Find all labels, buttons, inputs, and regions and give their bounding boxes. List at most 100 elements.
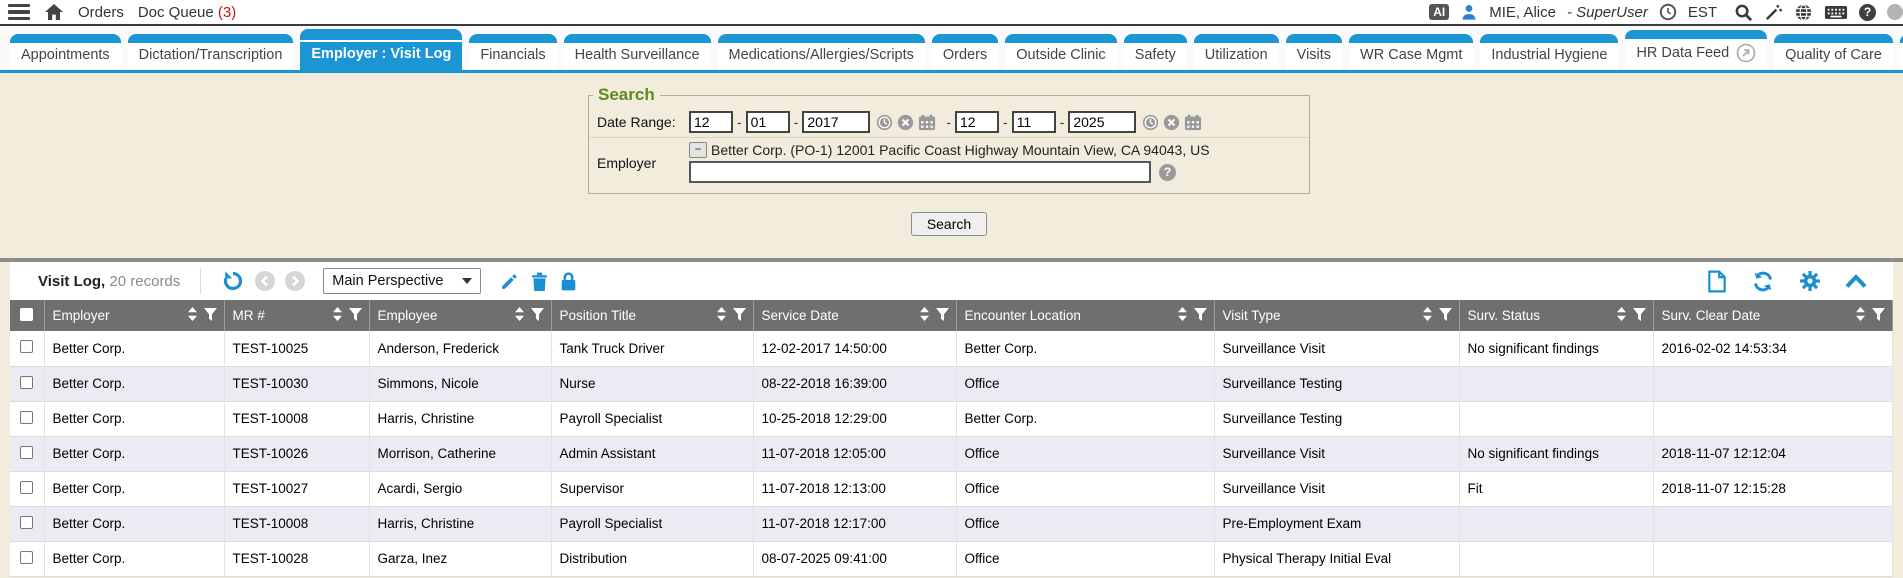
help-icon[interactable]: ? [1859, 4, 1876, 21]
home-icon[interactable] [44, 3, 64, 21]
table-row[interactable]: Better Corp.TEST-10026Morrison, Catherin… [10, 436, 1893, 471]
lock-icon[interactable] [559, 271, 578, 292]
filter-funnel-icon[interactable] [348, 307, 363, 325]
row-checkbox[interactable] [20, 516, 33, 529]
table-row[interactable]: Better Corp.TEST-10027Acardi, SergioSupe… [10, 471, 1893, 506]
menu-icon[interactable] [8, 4, 30, 21]
tab-orders[interactable]: Orders [932, 34, 998, 70]
globe-icon[interactable] [1794, 3, 1813, 22]
sort-icon[interactable] [919, 306, 930, 325]
to-clear-icon[interactable] [1163, 114, 1180, 131]
filter-funnel-icon[interactable] [1193, 307, 1208, 325]
sort-icon[interactable] [1177, 306, 1188, 325]
from-clear-icon[interactable] [897, 114, 914, 131]
collapse-grid-icon[interactable] [1845, 273, 1867, 289]
select-all-checkbox[interactable] [20, 308, 33, 321]
employer-help-icon[interactable]: ? [1159, 164, 1176, 181]
filter-funnel-icon[interactable] [1871, 307, 1886, 325]
external-link-icon[interactable] [1736, 43, 1756, 63]
nav-orders[interactable]: Orders [78, 4, 124, 21]
filter-funnel-icon[interactable] [1632, 307, 1647, 325]
search-button[interactable]: Search [911, 212, 987, 236]
sort-icon[interactable] [1855, 306, 1866, 325]
prev-page-icon[interactable] [255, 271, 275, 291]
sort-icon[interactable] [1616, 306, 1627, 325]
tab-dictation-transcription[interactable]: Dictation/Transcription [128, 34, 294, 70]
new-document-icon[interactable] [1707, 270, 1727, 293]
sort-icon[interactable] [716, 306, 727, 325]
tab-label: Utilization [1194, 43, 1279, 70]
tab-employer-visit-log[interactable]: Employer : Visit Log [300, 29, 462, 70]
table-row[interactable]: Better Corp.TEST-10030Simmons, NicoleNur… [10, 366, 1893, 401]
filter-funnel-icon[interactable] [732, 307, 747, 325]
column-header-service-date[interactable]: Service Date [753, 300, 956, 331]
from-month-input[interactable] [689, 111, 733, 133]
wand-icon[interactable] [1764, 3, 1783, 22]
filter-funnel-icon[interactable] [935, 307, 950, 325]
to-calendar-icon[interactable] [1184, 114, 1202, 131]
row-checkbox[interactable] [20, 446, 33, 459]
sort-icon[interactable] [514, 306, 525, 325]
table-row[interactable]: Better Corp.TEST-10008Harris, ChristineP… [10, 401, 1893, 436]
filter-funnel-icon[interactable] [530, 307, 545, 325]
table-row[interactable]: Better Corp.TEST-10028Garza, InezDistrib… [10, 541, 1893, 576]
tab-safety[interactable]: Safety [1124, 34, 1187, 70]
tab-utilization[interactable]: Utilization [1194, 34, 1279, 70]
nav-doc-queue[interactable]: Doc Queue (3) [138, 4, 236, 21]
column-header-employer[interactable]: Employer [44, 300, 224, 331]
row-checkbox[interactable] [20, 411, 33, 424]
tab-health-surveillance[interactable]: Health Surveillance [564, 34, 711, 70]
tab-label: Quality of Care [1774, 43, 1893, 70]
search-icon[interactable] [1734, 3, 1753, 22]
to-month-input[interactable] [955, 111, 999, 133]
delete-perspective-icon[interactable] [530, 271, 549, 292]
filter-funnel-icon[interactable] [203, 307, 218, 325]
to-time-icon[interactable] [1142, 114, 1159, 131]
perspective-select[interactable]: Main Perspective [323, 268, 481, 294]
tab-industrial-hygiene[interactable]: Industrial Hygiene [1480, 34, 1618, 70]
table-row[interactable]: Better Corp.TEST-10025Anderson, Frederic… [10, 331, 1893, 366]
employer-remove-button[interactable]: − [689, 142, 707, 158]
sort-icon[interactable] [332, 306, 343, 325]
row-checkbox[interactable] [20, 551, 33, 564]
to-year-input[interactable] [1068, 111, 1136, 133]
tab-wr-case-mgmt[interactable]: WR Case Mgmt [1349, 34, 1473, 70]
tab-quality-of-care[interactable]: Quality of Care [1774, 34, 1893, 70]
next-page-icon[interactable] [285, 271, 305, 291]
column-header-surv-status[interactable]: Surv. Status [1459, 300, 1653, 331]
from-year-input[interactable] [802, 111, 870, 133]
column-header-position-title[interactable]: Position Title [551, 300, 753, 331]
column-header-visit-type[interactable]: Visit Type [1214, 300, 1459, 331]
table-cell: TEST-10027 [224, 471, 369, 506]
refresh-icon[interactable] [1751, 270, 1775, 293]
tab-visits[interactable]: Visits [1286, 34, 1342, 70]
user-name[interactable]: MIE, Alice [1489, 4, 1556, 21]
sort-icon[interactable] [1422, 306, 1433, 325]
column-header-encounter-location[interactable]: Encounter Location [956, 300, 1214, 331]
filter-funnel-icon[interactable] [1438, 307, 1453, 325]
keyboard-icon[interactable] [1824, 4, 1848, 21]
from-time-icon[interactable] [876, 114, 893, 131]
sort-icon[interactable] [187, 306, 198, 325]
row-checkbox[interactable] [20, 340, 33, 353]
tab-outside-clinic[interactable]: Outside Clinic [1005, 34, 1116, 70]
employer-search-input[interactable] [689, 161, 1151, 183]
clock-icon[interactable] [1659, 3, 1677, 21]
from-day-input[interactable] [746, 111, 790, 133]
table-row[interactable]: Better Corp.TEST-10008Harris, ChristineP… [10, 506, 1893, 541]
tab-financials[interactable]: Financials [469, 34, 556, 70]
tab-appointments[interactable]: Appointments [10, 34, 121, 70]
row-checkbox[interactable] [20, 481, 33, 494]
from-calendar-icon[interactable] [918, 114, 936, 131]
tab-medications-allergies-scripts[interactable]: Medications/Allergies/Scripts [718, 34, 925, 70]
column-header-mr[interactable]: MR # [224, 300, 369, 331]
column-header-surv-clear-date[interactable]: Surv. Clear Date [1653, 300, 1893, 331]
settings-gear-icon[interactable] [1799, 270, 1821, 292]
row-checkbox[interactable] [20, 376, 33, 389]
ai-badge[interactable]: AI [1429, 4, 1449, 20]
edit-perspective-icon[interactable] [499, 271, 520, 292]
column-header-employee[interactable]: Employee [369, 300, 551, 331]
tab-hr-data-feed[interactable]: HR Data Feed [1625, 30, 1767, 70]
undo-icon[interactable] [221, 269, 245, 293]
to-day-input[interactable] [1012, 111, 1056, 133]
